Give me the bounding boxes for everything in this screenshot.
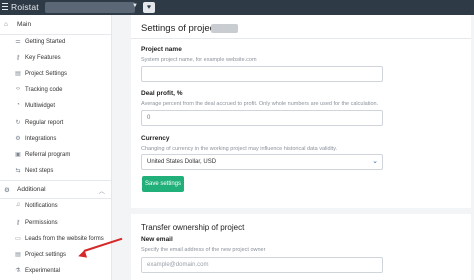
project-name-hint: System project name, for example website… (141, 57, 257, 63)
favorites-button[interactable]: ♥ (143, 2, 155, 13)
currency-hint: Changing of currency in the working proj… (141, 146, 338, 152)
gift-icon: ▣ (15, 152, 21, 158)
settings-panel: Settings of project # Project name Syste… (131, 15, 471, 208)
divider (0, 180, 111, 181)
save-settings-button[interactable]: Save settings (142, 176, 184, 192)
sidebar-section-additional[interactable]: ⚙ Additional ︿ (0, 182, 111, 198)
sidebar-item-label: Multiwidget (25, 103, 56, 109)
deal-profit-label: Deal profit, % (141, 90, 183, 97)
sidebar-item-multiwidget[interactable]: ◔ Multiwidget (0, 101, 111, 113)
currency-label: Currency (141, 135, 170, 142)
app-logo[interactable]: Roistat (11, 2, 39, 12)
refresh-icon: ↻ (15, 120, 21, 126)
new-email-hint: Specify the email address of the new pro… (141, 247, 266, 253)
sidebar-item-key-features[interactable]: ⚷ Key Features (0, 53, 111, 65)
sidebar-item-label: Permissions (25, 220, 58, 226)
home-icon: ⌂ (4, 21, 8, 28)
chevron-down-icon[interactable]: ▼ (132, 3, 138, 9)
arrows-icon: ⇆ (15, 168, 21, 174)
transfer-panel: Transfer ownership of project New email … (131, 214, 471, 280)
sidebar-item-project-settings-additional[interactable]: ▤ Project settings (0, 250, 111, 262)
sidebar-item-label: Project settings (25, 252, 67, 258)
project-id-redacted (211, 24, 238, 33)
sidebar-item-label: Leads from the website forms (25, 236, 104, 242)
widget-icon: ◔ (16, 102, 20, 108)
sidebar-item-leads-forms[interactable]: ▭ Leads from the website forms (0, 234, 111, 246)
divider (0, 198, 111, 199)
sidebar-section-label: Main (17, 21, 32, 28)
sidebar-section-main[interactable]: ⌂ Main (0, 17, 111, 33)
project-selector[interactable] (45, 2, 135, 13)
key-icon: ⚷ (15, 55, 21, 61)
deal-profit-hint: Average percent from the deal accrued to… (141, 101, 379, 107)
sidebar-item-label: Experimental (25, 268, 61, 274)
deal-profit-input[interactable]: 0 (141, 110, 383, 126)
project-name-input[interactable] (141, 66, 383, 82)
bell-icon: ♫ (15, 202, 21, 208)
sidebar-item-getting-started[interactable]: ⚌ Getting Started (0, 37, 111, 49)
gear-icon: ⚙ (15, 136, 21, 142)
sidebar-item-label: Key Features (25, 55, 61, 61)
form-icon: ▭ (15, 236, 21, 242)
currency-select[interactable]: United States Dollar, USD ⌄ (141, 154, 383, 170)
sidebar-item-label: Integrations (25, 136, 57, 142)
chevron-up-icon[interactable]: ︿ (99, 185, 106, 195)
transfer-title: Transfer ownership of project (141, 223, 245, 232)
flask-icon: ⚗ (15, 268, 21, 274)
sliders-icon: ⚌ (15, 39, 21, 45)
sidebar-item-regular-report[interactable]: ↻ Regular report (0, 118, 111, 130)
sidebar-section-label: Additional (17, 186, 46, 193)
file-icon: ▤ (15, 252, 21, 258)
sidebar-item-permissions[interactable]: ⚷ Permissions (0, 218, 111, 230)
deal-profit-value: 0 (147, 115, 151, 121)
sidebar-item-label: Notifications (25, 203, 58, 209)
sidebar-item-label: Getting Started (25, 39, 66, 45)
currency-value: United States Dollar, USD (147, 159, 217, 165)
key-icon: ⚷ (15, 220, 21, 226)
top-bar: Roistat ▼ ♥ (0, 0, 474, 15)
file-icon: ▤ (15, 71, 21, 77)
project-name-label: Project name (141, 46, 182, 53)
sidebar-item-project-settings[interactable]: ▤ Project Settings (0, 69, 111, 81)
sidebar-item-label: Next steps (25, 168, 54, 174)
new-email-placeholder: example@domain.com (147, 262, 209, 268)
sidebar: ⌂ Main ⚌ Getting Started ⚷ Key Features … (0, 15, 112, 280)
sidebar-item-next-steps[interactable]: ⇆ Next steps (0, 166, 111, 178)
sidebar-item-label: Referral program (25, 152, 71, 158)
divider (0, 34, 111, 35)
sidebar-item-integrations[interactable]: ⚙ Integrations (0, 134, 111, 146)
divider (131, 38, 471, 39)
sidebar-item-label: Regular report (25, 120, 64, 126)
chevron-down-icon: ⌄ (372, 158, 378, 165)
gear-icon: ⚙ (4, 187, 10, 194)
code-icon: ‹› (16, 86, 20, 92)
sidebar-item-tracking-code[interactable]: ‹› Tracking code (0, 85, 111, 97)
sidebar-item-experimental[interactable]: ⚗ Experimental (0, 266, 111, 278)
sidebar-item-label: Project Settings (25, 71, 68, 77)
sidebar-item-notifications[interactable]: ♫ Notifications (0, 201, 111, 213)
new-email-input[interactable]: example@domain.com (141, 257, 383, 273)
sidebar-item-label: Tracking code (25, 87, 63, 93)
menu-icon[interactable] (2, 3, 8, 11)
new-email-label: New email (141, 236, 173, 243)
sidebar-item-referral-program[interactable]: ▣ Referral program (0, 150, 111, 162)
